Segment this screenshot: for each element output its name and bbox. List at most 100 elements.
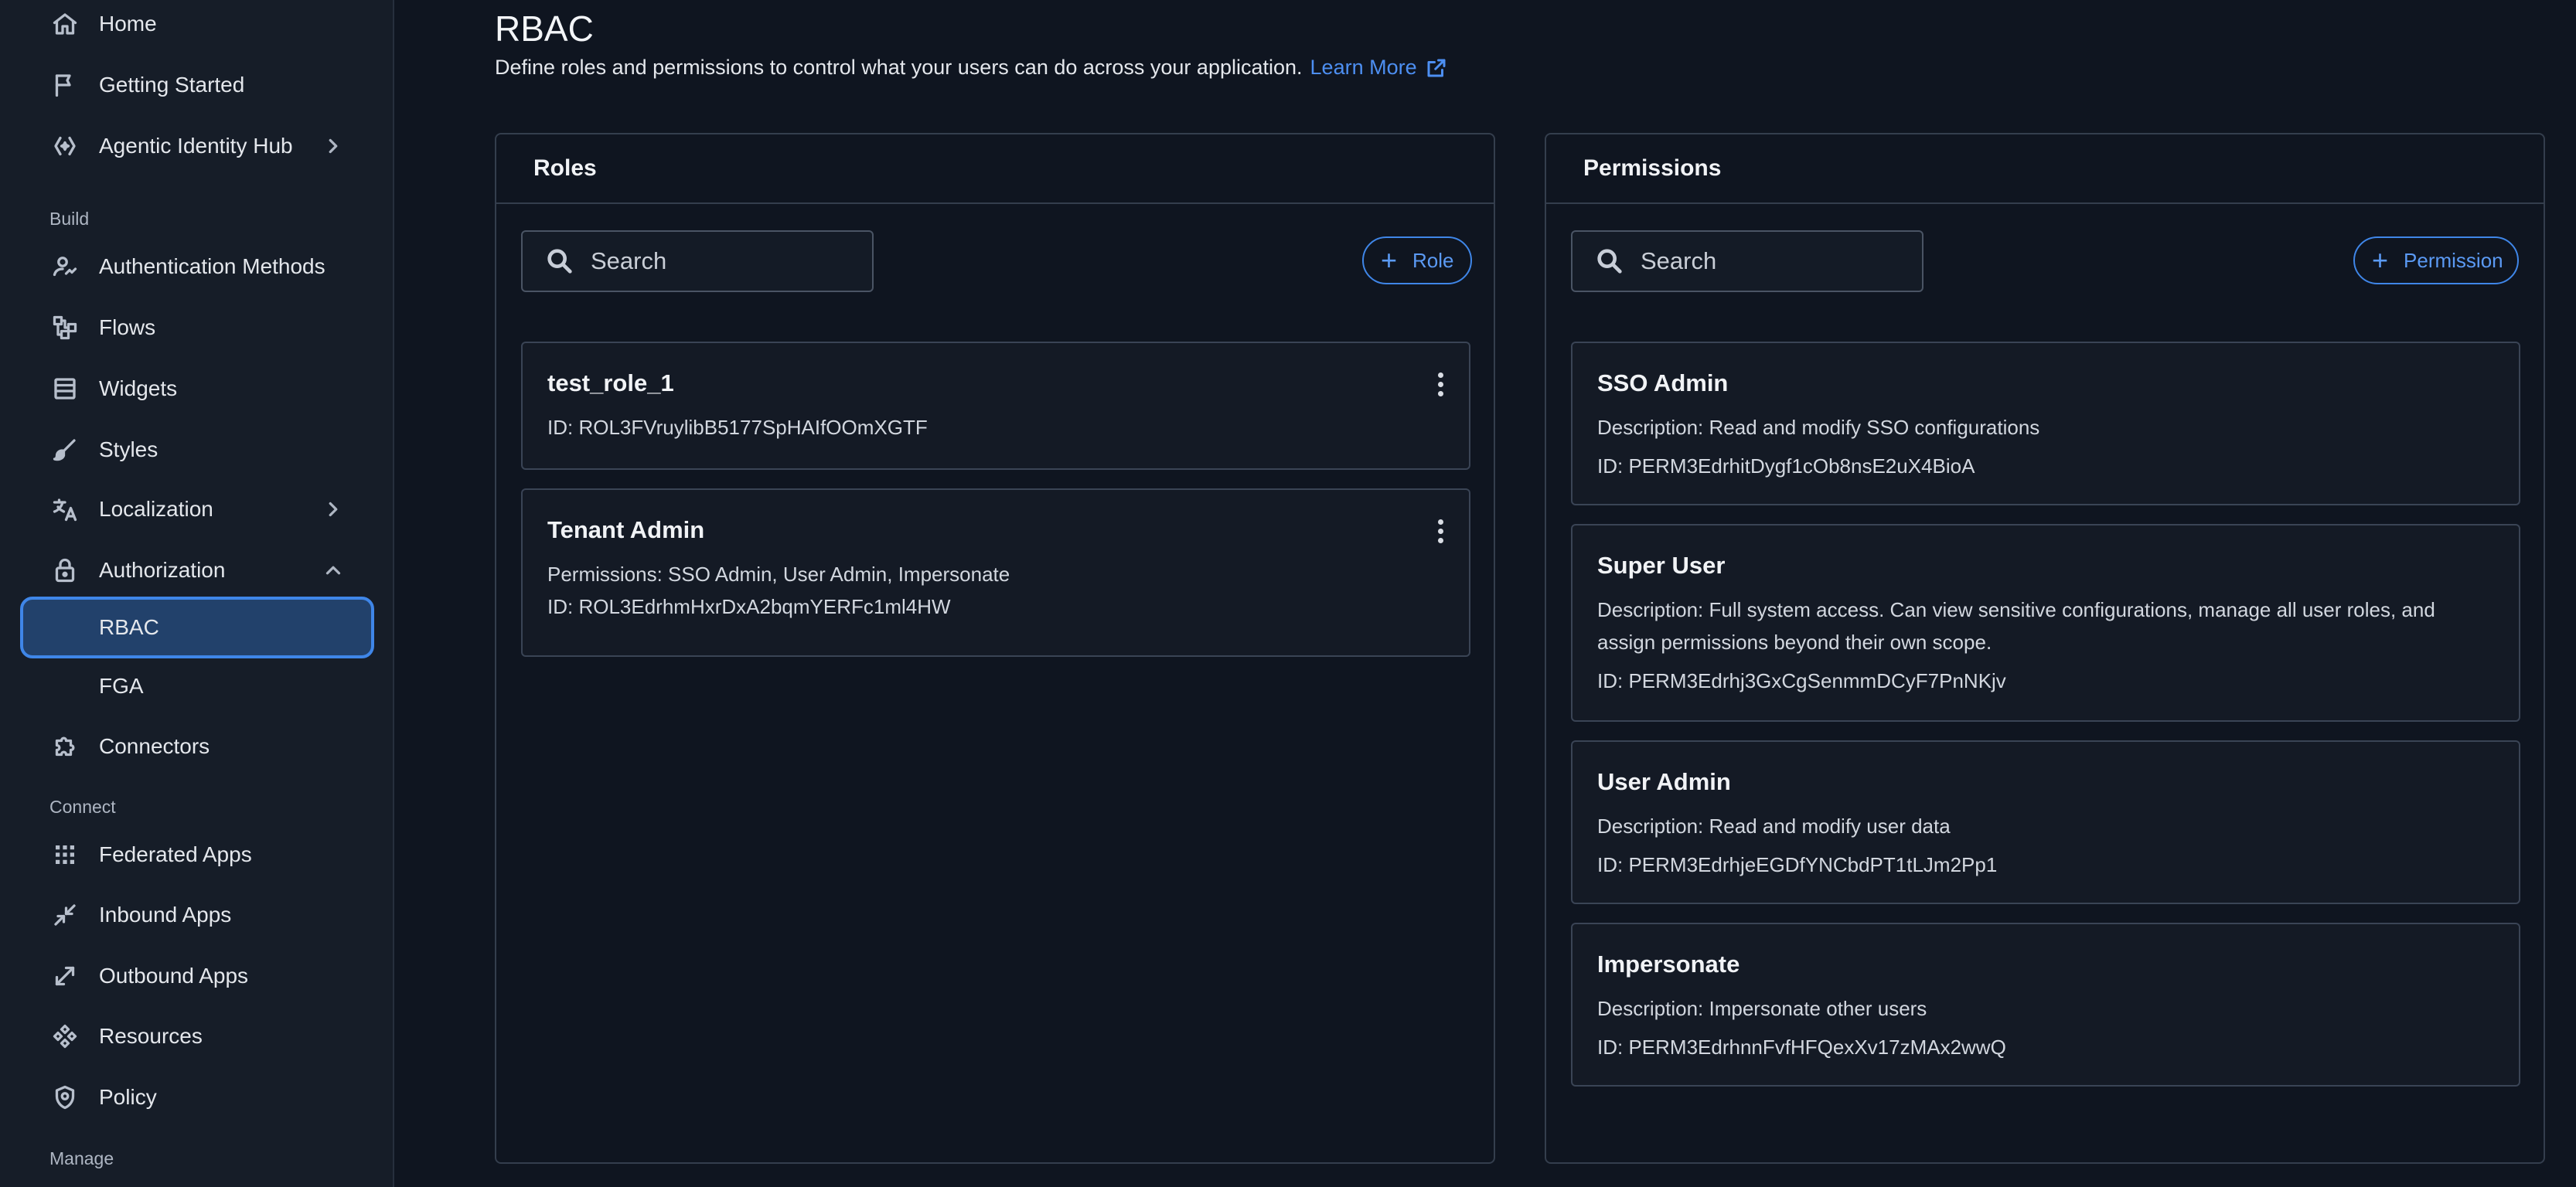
sidebar-item-flows[interactable]: Flows bbox=[20, 301, 374, 355]
sidebar-item-label: Getting Started bbox=[99, 73, 245, 97]
plus-icon: + bbox=[2372, 244, 2389, 276]
permission-id: ID: PERM3Edrhj3GxCgSenmmDCyF7PnNKjv bbox=[1597, 669, 2006, 692]
sidebar-item-label: Authorization bbox=[99, 558, 226, 582]
role-card[interactable]: test_role_1 ID: ROL3FVruylibB5177SpHAIfO… bbox=[521, 342, 1470, 470]
add-role-label: Role bbox=[1412, 248, 1454, 272]
roles-search-input[interactable] bbox=[589, 247, 855, 276]
brush-icon bbox=[49, 434, 80, 465]
shield-icon bbox=[49, 1082, 80, 1113]
permission-description: Description: Impersonate other users bbox=[1597, 997, 1927, 1020]
sidebar-item-label: Flows bbox=[99, 315, 156, 339]
permission-id: ID: PERM3EdrhitDygf1cOb8nsE2uX4BioA bbox=[1597, 454, 1975, 478]
permissions-search-input[interactable] bbox=[1639, 247, 1905, 276]
flow-icon bbox=[49, 312, 80, 343]
page-title: RBAC bbox=[495, 9, 594, 49]
section-label-build: Build bbox=[49, 209, 90, 229]
lock-icon bbox=[49, 555, 80, 586]
sidebar-item-policy[interactable]: Policy bbox=[20, 1070, 374, 1124]
more-options-icon[interactable] bbox=[1435, 372, 1446, 396]
inbound-arrow-icon bbox=[49, 900, 80, 930]
section-label-manage: Manage bbox=[49, 1148, 114, 1168]
page-description-text: Define roles and permissions to control … bbox=[495, 56, 1303, 79]
search-icon bbox=[1597, 249, 1622, 274]
flag-icon bbox=[49, 70, 80, 100]
puzzle-icon bbox=[49, 731, 80, 762]
permission-description-cont: assign permissions beyond their own scop… bbox=[1597, 631, 1992, 654]
hub-icon bbox=[49, 131, 80, 162]
sidebar-item-widgets[interactable]: Widgets bbox=[20, 362, 374, 416]
sidebar: Home Getting Started Agentic Identity Hu… bbox=[0, 0, 394, 1187]
learn-more-link[interactable]: Learn More bbox=[1310, 56, 1448, 80]
sidebar-item-home[interactable]: Home bbox=[20, 0, 374, 51]
sidebar-item-getting-started[interactable]: Getting Started bbox=[20, 58, 374, 112]
external-link-icon bbox=[1427, 59, 1446, 77]
role-name: test_role_1 bbox=[547, 369, 674, 396]
permission-id: ID: PERM3EdrhnnFvfHFQexXv17zMAx2wwQ bbox=[1597, 1036, 2006, 1059]
roles-panel-header: Roles bbox=[496, 134, 1494, 204]
permission-card[interactable]: SSO Admin Description: Read and modify S… bbox=[1571, 342, 2520, 505]
page-description: Define roles and permissions to control … bbox=[495, 56, 1448, 80]
sidebar-item-label: FGA bbox=[99, 674, 144, 698]
sidebar-item-label: Authentication Methods bbox=[99, 254, 325, 278]
sidebar-item-label: Resources bbox=[99, 1024, 203, 1048]
permission-card[interactable]: Super User Description: Full system acce… bbox=[1571, 524, 2520, 722]
roles-search[interactable] bbox=[521, 230, 874, 292]
role-id: ID: ROL3EdrhmHxrDxA2bqmYERFc1ml4HW bbox=[547, 595, 951, 618]
section-label-connect: Connect bbox=[49, 797, 116, 817]
sidebar-item-label: Outbound Apps bbox=[99, 964, 249, 988]
sidebar-item-outbound-apps[interactable]: Outbound Apps bbox=[20, 949, 374, 1003]
chevron-right-icon bbox=[322, 134, 345, 158]
sidebar-item-label: Localization bbox=[99, 497, 213, 521]
chevron-up-icon bbox=[322, 559, 345, 582]
sidebar-item-inbound-apps[interactable]: Inbound Apps bbox=[20, 888, 374, 942]
outbound-arrow-icon bbox=[49, 961, 80, 991]
sidebar-item-label: Styles bbox=[99, 437, 158, 461]
permission-description: Description: Full system access. Can vie… bbox=[1597, 598, 2435, 621]
sidebar-item-label: Policy bbox=[99, 1085, 157, 1109]
sidebar-item-authentication-methods[interactable]: Authentication Methods bbox=[20, 240, 374, 294]
sidebar-item-agentic-identity-hub[interactable]: Agentic Identity Hub bbox=[20, 119, 374, 173]
sidebar-item-label: Inbound Apps bbox=[99, 903, 232, 927]
sidebar-item-styles[interactable]: Styles bbox=[20, 423, 374, 477]
chevron-right-icon bbox=[322, 498, 345, 521]
permission-name: SSO Admin bbox=[1597, 369, 1729, 396]
sidebar-item-label: Home bbox=[99, 12, 157, 36]
add-permission-button[interactable]: + Permission bbox=[2353, 236, 2519, 284]
permission-name: User Admin bbox=[1597, 768, 1731, 795]
sidebar-item-label: RBAC bbox=[99, 615, 159, 639]
role-permissions: Permissions: SSO Admin, User Admin, Impe… bbox=[547, 563, 1010, 586]
sidebar-item-authorization[interactable]: Authorization bbox=[20, 543, 374, 597]
learn-more-label: Learn More bbox=[1310, 56, 1417, 79]
sidebar-item-localization[interactable]: Localization bbox=[20, 482, 374, 536]
sidebar-item-federated-apps[interactable]: Federated Apps bbox=[20, 828, 374, 882]
role-card[interactable]: Tenant Admin Permissions: SSO Admin, Use… bbox=[521, 488, 1470, 657]
translate-icon bbox=[49, 494, 80, 525]
sidebar-item-label: Connectors bbox=[99, 734, 210, 758]
sidebar-item-fga[interactable]: FGA bbox=[20, 655, 374, 717]
permission-name: Impersonate bbox=[1597, 951, 1740, 978]
permission-id: ID: PERM3EdrhjeEGDfYNCbdPT1tLJm2Pp1 bbox=[1597, 853, 1998, 876]
role-name: Tenant Admin bbox=[547, 516, 705, 543]
more-options-icon[interactable] bbox=[1435, 519, 1446, 543]
sidebar-item-label: Agentic Identity Hub bbox=[99, 134, 293, 158]
widgets-icon bbox=[49, 373, 80, 404]
permission-card[interactable]: Impersonate Description: Impersonate oth… bbox=[1571, 923, 2520, 1087]
sidebar-item-connectors[interactable]: Connectors bbox=[20, 719, 374, 774]
signature-icon bbox=[49, 251, 80, 282]
sidebar-item-label: Widgets bbox=[99, 376, 178, 400]
role-id: ID: ROL3FVruylibB5177SpHAIfOOmXGTF bbox=[547, 416, 928, 439]
grid-icon bbox=[49, 839, 80, 870]
permission-name: Super User bbox=[1597, 552, 1726, 579]
sidebar-item-resources[interactable]: Resources bbox=[20, 1009, 374, 1063]
permissions-search[interactable] bbox=[1571, 230, 1923, 292]
permissions-panel-header: Permissions bbox=[1546, 134, 2544, 204]
plus-icon: + bbox=[1381, 244, 1398, 276]
add-permission-label: Permission bbox=[2404, 248, 2503, 272]
resources-icon bbox=[49, 1021, 80, 1052]
add-role-button[interactable]: + Role bbox=[1362, 236, 1472, 284]
home-icon bbox=[49, 9, 80, 39]
permissions-panel: Permissions + Permission SSO Admin Descr… bbox=[1545, 133, 2545, 1164]
sidebar-item-rbac[interactable]: RBAC bbox=[20, 597, 374, 658]
search-icon bbox=[547, 249, 572, 274]
permission-card[interactable]: User Admin Description: Read and modify … bbox=[1571, 740, 2520, 904]
